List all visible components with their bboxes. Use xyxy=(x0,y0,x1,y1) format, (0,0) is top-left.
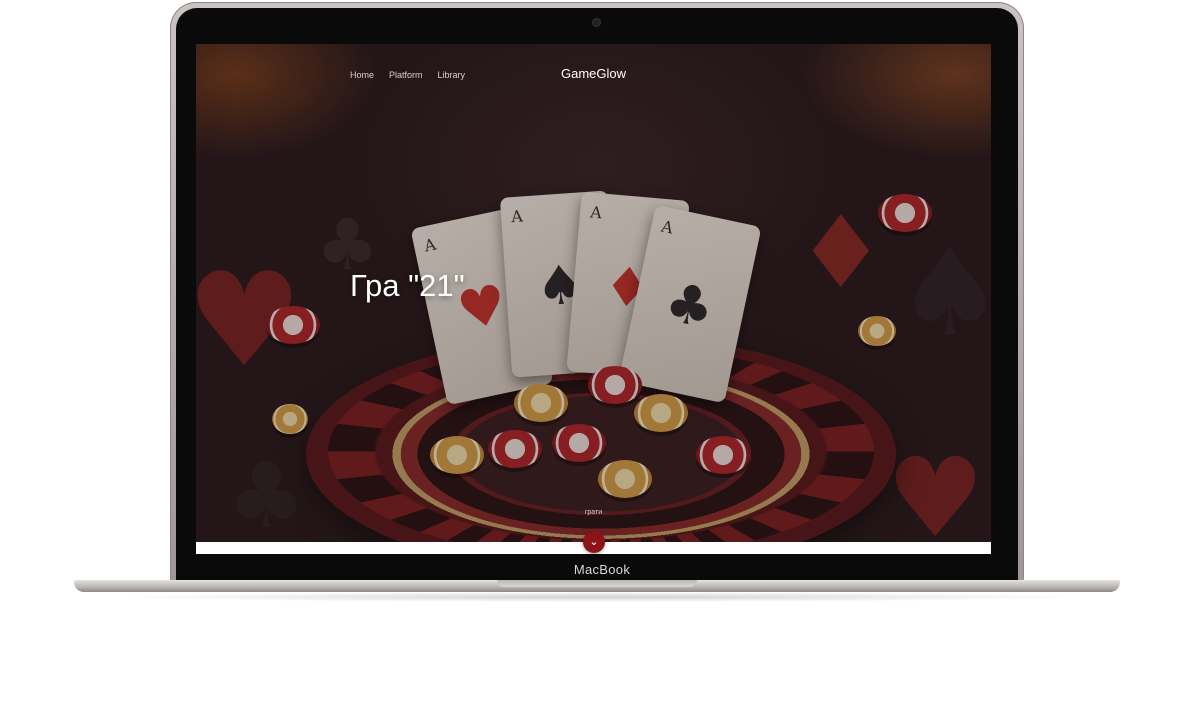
hero-section: ♥ ♣ ♠ ♦ ♥ ♣ A ♥ A ♠ A ♦ A ♣ Home Platfor… xyxy=(196,44,991,554)
laptop-shadow xyxy=(110,592,1094,602)
hero-title: Гра "21" xyxy=(350,268,465,303)
browser-screen: ♥ ♣ ♠ ♦ ♥ ♣ A ♥ A ♠ A ♦ A ♣ Home Platfor… xyxy=(196,44,991,554)
chevron-down-icon: ⌄ xyxy=(589,536,599,548)
webcam xyxy=(593,19,600,26)
device-label: MacBook xyxy=(573,562,631,577)
scroll-down-button[interactable]: ⌄ xyxy=(583,531,605,553)
laptop-notch xyxy=(497,580,697,587)
hero-overlay xyxy=(196,44,991,542)
site-logo[interactable]: GameGlow xyxy=(196,66,991,81)
play-label[interactable]: грати xyxy=(196,509,991,516)
